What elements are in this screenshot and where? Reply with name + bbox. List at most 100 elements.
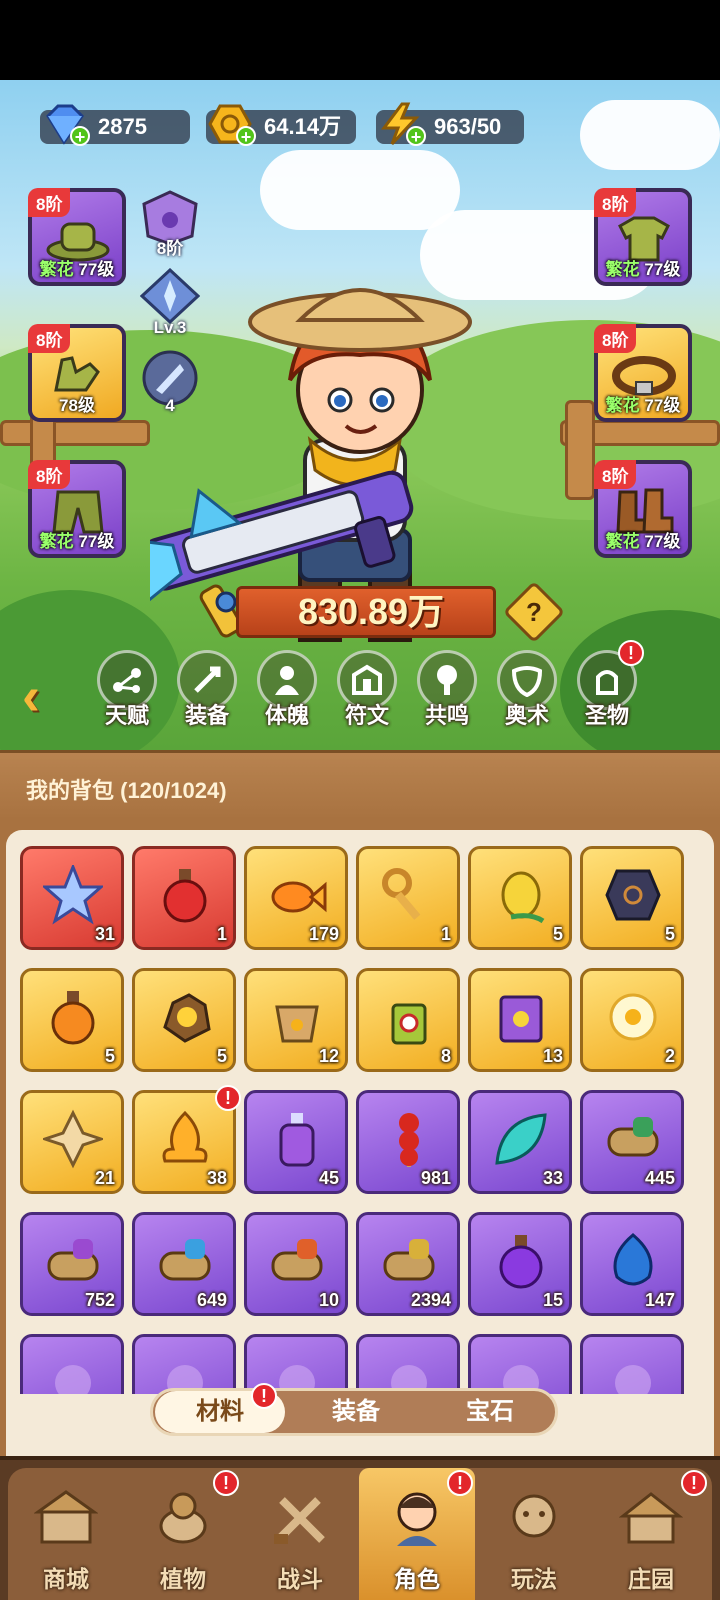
cloud <box>260 150 460 230</box>
character-scene: + 2875 + 64.14万 + 963/50 8阶 繁花 77级 8阶 78… <box>0 80 720 750</box>
item-count: 5 <box>104 1046 115 1066</box>
bag-item[interactable] <box>356 1334 460 1394</box>
bag-item[interactable]: 147 <box>580 1212 684 1316</box>
nav-plant[interactable]: 植物! <box>125 1468 241 1600</box>
tab-label: 共鸣 <box>424 703 469 728</box>
bag-item[interactable]: 649 <box>132 1212 236 1316</box>
bag-item[interactable]: 179 <box>244 846 348 950</box>
plant-icon <box>143 1478 223 1558</box>
nav-manor[interactable]: 庄园! <box>593 1468 709 1600</box>
orange-potion-icon <box>43 987 103 1047</box>
tab-talent[interactable]: 天赋 <box>92 650 162 730</box>
bag-item[interactable] <box>132 1334 236 1394</box>
bag-item[interactable]: 445 <box>580 1090 684 1194</box>
item-count: 21 <box>94 1168 115 1188</box>
bag-grid[interactable]: 31 1 179 1 5 5 5 5 12 8 13 2 21 38! 45 981 33 445 752 649 10… <box>20 846 700 1394</box>
bag-item[interactable] <box>468 1334 572 1394</box>
item-count: 981 <box>420 1168 451 1188</box>
bottom-nav-inner: 商城 植物! 战斗 角色! 玩法 庄园! <box>8 1468 712 1600</box>
tab-label: 体魄 <box>264 703 309 728</box>
tab-relic[interactable]: 圣物 ! <box>572 640 644 730</box>
tab-equipment[interactable]: 装备 <box>172 650 242 730</box>
item-count: 5 <box>552 924 563 944</box>
tab-resonance[interactable]: 共鸣 <box>412 650 482 730</box>
item-alert-badge: ! <box>215 1085 241 1111</box>
bag-item[interactable]: 752 <box>20 1212 124 1316</box>
slot-level: 繁花 77级 <box>605 396 681 415</box>
bag-item[interactable]: 10 <box>244 1212 348 1316</box>
bag-item[interactable]: 8 <box>356 968 460 1072</box>
slot-tier: 8阶 <box>594 188 637 217</box>
item-count: 33 <box>542 1168 563 1188</box>
combat-power-banner: 830.89万 <box>196 580 506 642</box>
bag-category-switch[interactable]: 材料 装备 宝石 ! <box>150 1383 558 1436</box>
bag-item[interactable]: 981 <box>356 1090 460 1194</box>
bag-item[interactable]: 5 <box>580 846 684 950</box>
bag-item[interactable]: 2 <box>580 968 684 1072</box>
tab-physique[interactable]: 体魄 <box>252 650 322 730</box>
bag-item[interactable]: 15 <box>468 1212 572 1316</box>
equip-slot-pants[interactable]: 8阶 繁花 77级 <box>28 460 126 558</box>
chevron-left-icon: ‹ <box>22 666 40 726</box>
gold-counter[interactable]: + 64.14万 <box>206 104 356 147</box>
tab-rune[interactable]: 符文 <box>332 650 402 730</box>
bottom-nav: 商城 植物! 战斗 角色! 玩法 庄园! <box>0 1456 720 1600</box>
bag-item[interactable] <box>580 1334 684 1394</box>
gold-ore-icon <box>155 987 215 1047</box>
bag-item[interactable]: 21 <box>20 1090 124 1194</box>
violet-potion-icon <box>491 1231 551 1291</box>
tab-arcane[interactable]: 奥术 <box>492 650 562 730</box>
bag-item[interactable]: 38! <box>132 1085 241 1194</box>
play-icon <box>494 1478 574 1558</box>
fence-post <box>565 400 595 500</box>
candied-fruit-icon <box>379 1109 439 1169</box>
bag-item[interactable]: 12 <box>244 968 348 1072</box>
item-count: 13 <box>542 1046 563 1066</box>
energy-counter[interactable]: + 963/50 <box>376 102 524 147</box>
nav-label: 庄园 <box>628 1566 674 1592</box>
sprayer-icon <box>379 987 439 1047</box>
diamond-counter[interactable]: + 2875 <box>40 104 190 147</box>
add-gold-icon[interactable]: + <box>236 126 256 147</box>
bag-item[interactable] <box>20 1334 124 1394</box>
goldfish-icon <box>267 865 327 925</box>
nav-character[interactable]: 角色! <box>359 1468 475 1600</box>
lightning-scroll-icon <box>379 1231 439 1291</box>
bag-item[interactable]: 1 <box>132 846 236 950</box>
bag-item[interactable]: 33 <box>468 1090 572 1194</box>
bag-item[interactable]: 5 <box>20 968 124 1072</box>
tab-label: 奥术 <box>504 703 549 728</box>
flower-pot-icon <box>267 987 327 1047</box>
nav-play[interactable]: 玩法 <box>476 1468 592 1600</box>
add-diamond-icon[interactable]: + <box>70 126 90 147</box>
blue-bud-icon <box>603 1231 663 1291</box>
add-energy-icon[interactable]: + <box>406 126 426 147</box>
nav-label: 商城 <box>43 1566 89 1592</box>
slot-tier: 8阶 <box>594 324 637 353</box>
equip-slot-belt[interactable]: 8阶 繁花 77级 <box>594 324 692 422</box>
equip-slot-boots[interactable]: 8阶 繁花 77级 <box>594 460 692 558</box>
flame-icon <box>155 1109 215 1169</box>
nav-battle[interactable]: 战斗 <box>242 1468 358 1600</box>
nav-alert-badge: ! <box>213 1470 239 1496</box>
item-count: 12 <box>318 1046 339 1066</box>
bag-item[interactable]: 2394 <box>356 1212 460 1316</box>
slot-level: 繁花 77级 <box>39 532 115 551</box>
equip-slot-gloves[interactable]: 8阶 78级 <box>28 324 126 422</box>
nav-shop[interactable]: 商城 <box>8 1468 124 1600</box>
bag-item[interactable]: 1 <box>356 846 460 950</box>
back-button[interactable]: ‹ <box>22 668 66 724</box>
bag-item[interactable]: 5 <box>132 968 236 1072</box>
bag-inner: 31 1 179 1 5 5 5 5 12 8 13 2 21 38! 45 981 33 445 752 649 10… <box>6 830 714 1480</box>
bag-item[interactable]: 45 <box>244 1090 348 1194</box>
item-count: 10 <box>318 1290 339 1310</box>
segment-gems[interactable]: 宝石 <box>425 1391 555 1433</box>
equip-slot-shirt[interactable]: 8阶 繁花 77级 <box>594 188 692 286</box>
rune-stone-icon <box>603 865 663 925</box>
segment-equipment[interactable]: 装备 <box>291 1391 421 1433</box>
fire-scroll-icon <box>267 1231 327 1291</box>
bag-item[interactable]: 5 <box>468 846 572 950</box>
equip-slot-hat[interactable]: 8阶 繁花 77级 <box>28 188 126 286</box>
bag-item[interactable]: 31 <box>20 846 124 950</box>
bag-item[interactable]: 13 <box>468 968 572 1072</box>
